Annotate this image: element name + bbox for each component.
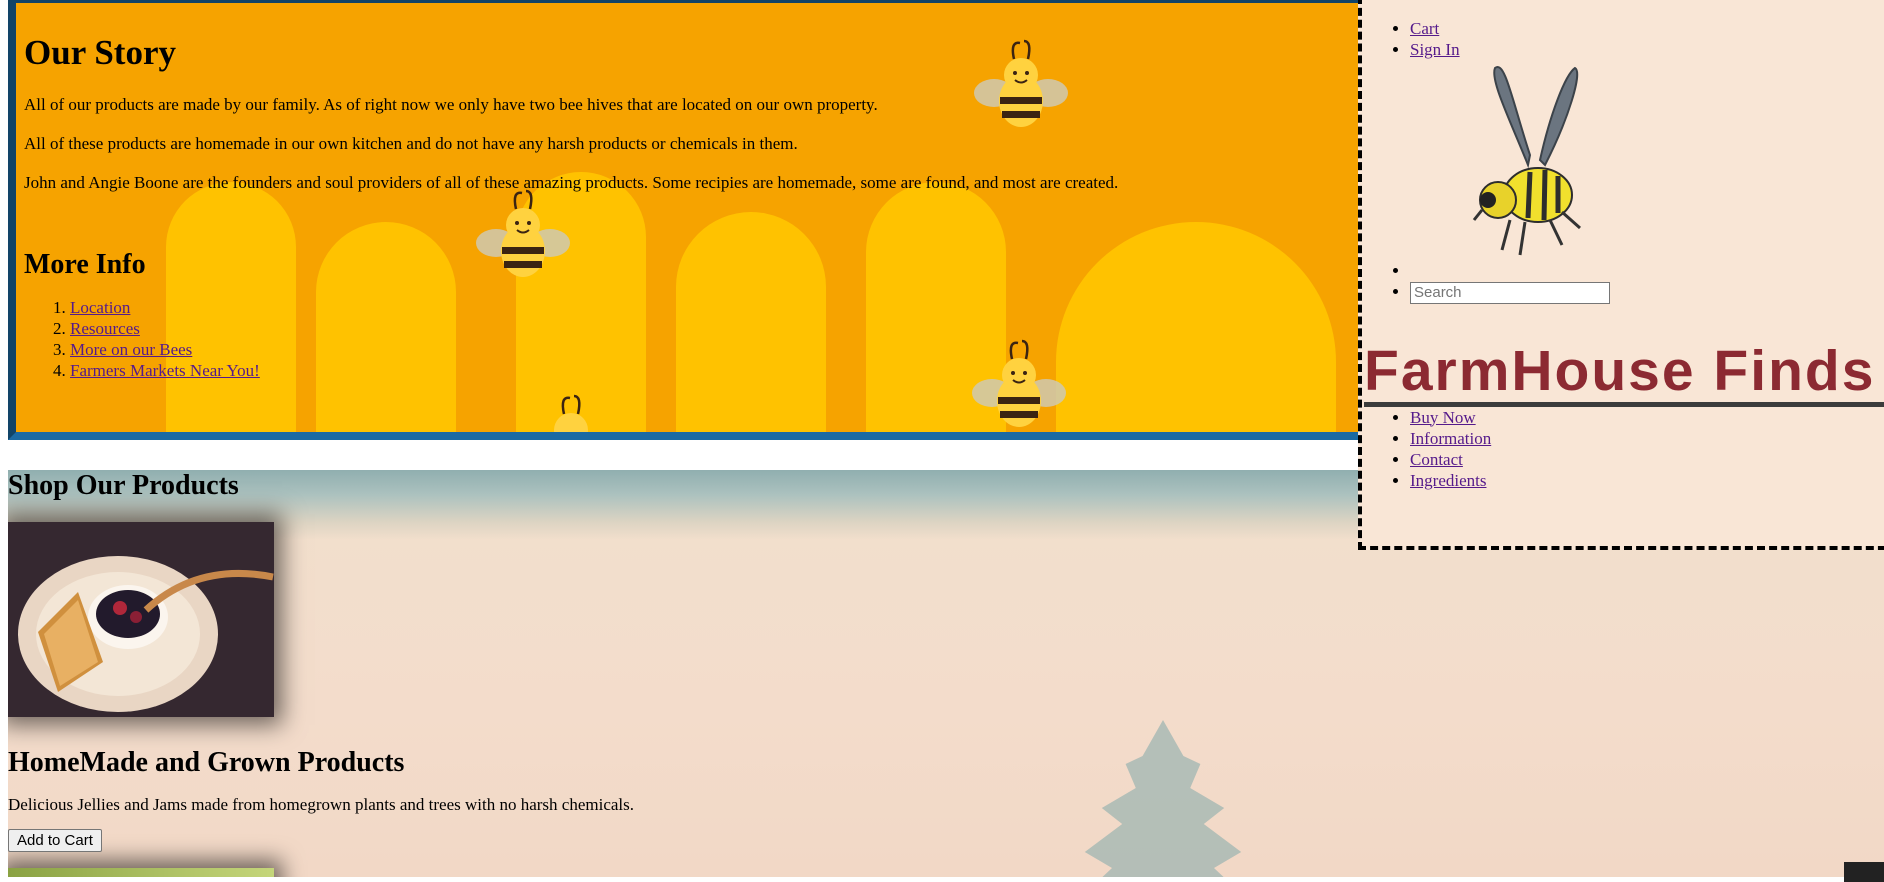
link-resources[interactable]: Resources bbox=[70, 319, 140, 338]
site-header: Cart Sign In FarmHouse Finds Buy Now Inf… bbox=[1358, 0, 1884, 550]
more-info-list: Location Resources More on our Bees Farm… bbox=[24, 297, 1350, 381]
list-item: Sign In bbox=[1410, 39, 1884, 60]
story-paragraph: All of these products are homemade in ou… bbox=[24, 134, 798, 153]
bee-icon bbox=[554, 394, 588, 432]
story-paragraph: John and Angie Boone are the founders an… bbox=[24, 173, 1119, 192]
product-image[interactable] bbox=[8, 868, 274, 877]
list-item bbox=[1410, 281, 1884, 304]
product-image bbox=[1844, 862, 1884, 882]
search-input[interactable] bbox=[1410, 281, 1610, 304]
list-item: More on our Bees bbox=[70, 339, 1350, 360]
list-item: Contact bbox=[1410, 449, 1884, 470]
logo-item bbox=[1410, 60, 1884, 260]
add-to-cart-button[interactable]: Add to Cart bbox=[8, 829, 102, 852]
product-title: HomeMade and Grown Products bbox=[8, 747, 405, 778]
list-item: Resources bbox=[70, 318, 1350, 339]
link-more-on-bees[interactable]: More on our Bees bbox=[70, 340, 192, 359]
product-description: Delicious Jellies and Jams made from hom… bbox=[8, 795, 635, 814]
list-item: Location bbox=[70, 297, 1350, 318]
more-info-title: More Info bbox=[24, 249, 146, 280]
product-image-jam[interactable] bbox=[8, 522, 274, 717]
nav-information[interactable]: Information bbox=[1410, 429, 1491, 448]
link-location[interactable]: Location bbox=[70, 298, 130, 317]
list-item: Farmers Markets Near You! bbox=[70, 360, 1350, 381]
list-item: Information bbox=[1410, 428, 1884, 449]
nav-contact[interactable]: Contact bbox=[1410, 450, 1463, 469]
list-item: Ingredients bbox=[1410, 470, 1884, 491]
brand-title: FarmHouse Finds bbox=[1364, 342, 1884, 407]
nav-ingredients[interactable]: Ingredients bbox=[1410, 471, 1486, 490]
list-item: Cart bbox=[1410, 18, 1884, 39]
story-paragraph: All of our products are made by our fami… bbox=[24, 95, 878, 114]
main-nav: Buy Now Information Contact Ingredients bbox=[1362, 407, 1884, 491]
nav-buy-now[interactable]: Buy Now bbox=[1410, 408, 1476, 427]
our-story-section: Our Story All of our products are made b… bbox=[8, 0, 1358, 440]
sign-in-link[interactable]: Sign In bbox=[1410, 40, 1460, 59]
list-item bbox=[1410, 260, 1884, 281]
list-item: Buy Now bbox=[1410, 407, 1884, 428]
cart-link[interactable]: Cart bbox=[1410, 19, 1439, 38]
story-title: Our Story bbox=[24, 33, 176, 72]
bee-logo-icon[interactable] bbox=[1450, 60, 1600, 260]
top-links: Cart Sign In bbox=[1362, 18, 1884, 304]
link-farmers-markets[interactable]: Farmers Markets Near You! bbox=[70, 361, 260, 380]
